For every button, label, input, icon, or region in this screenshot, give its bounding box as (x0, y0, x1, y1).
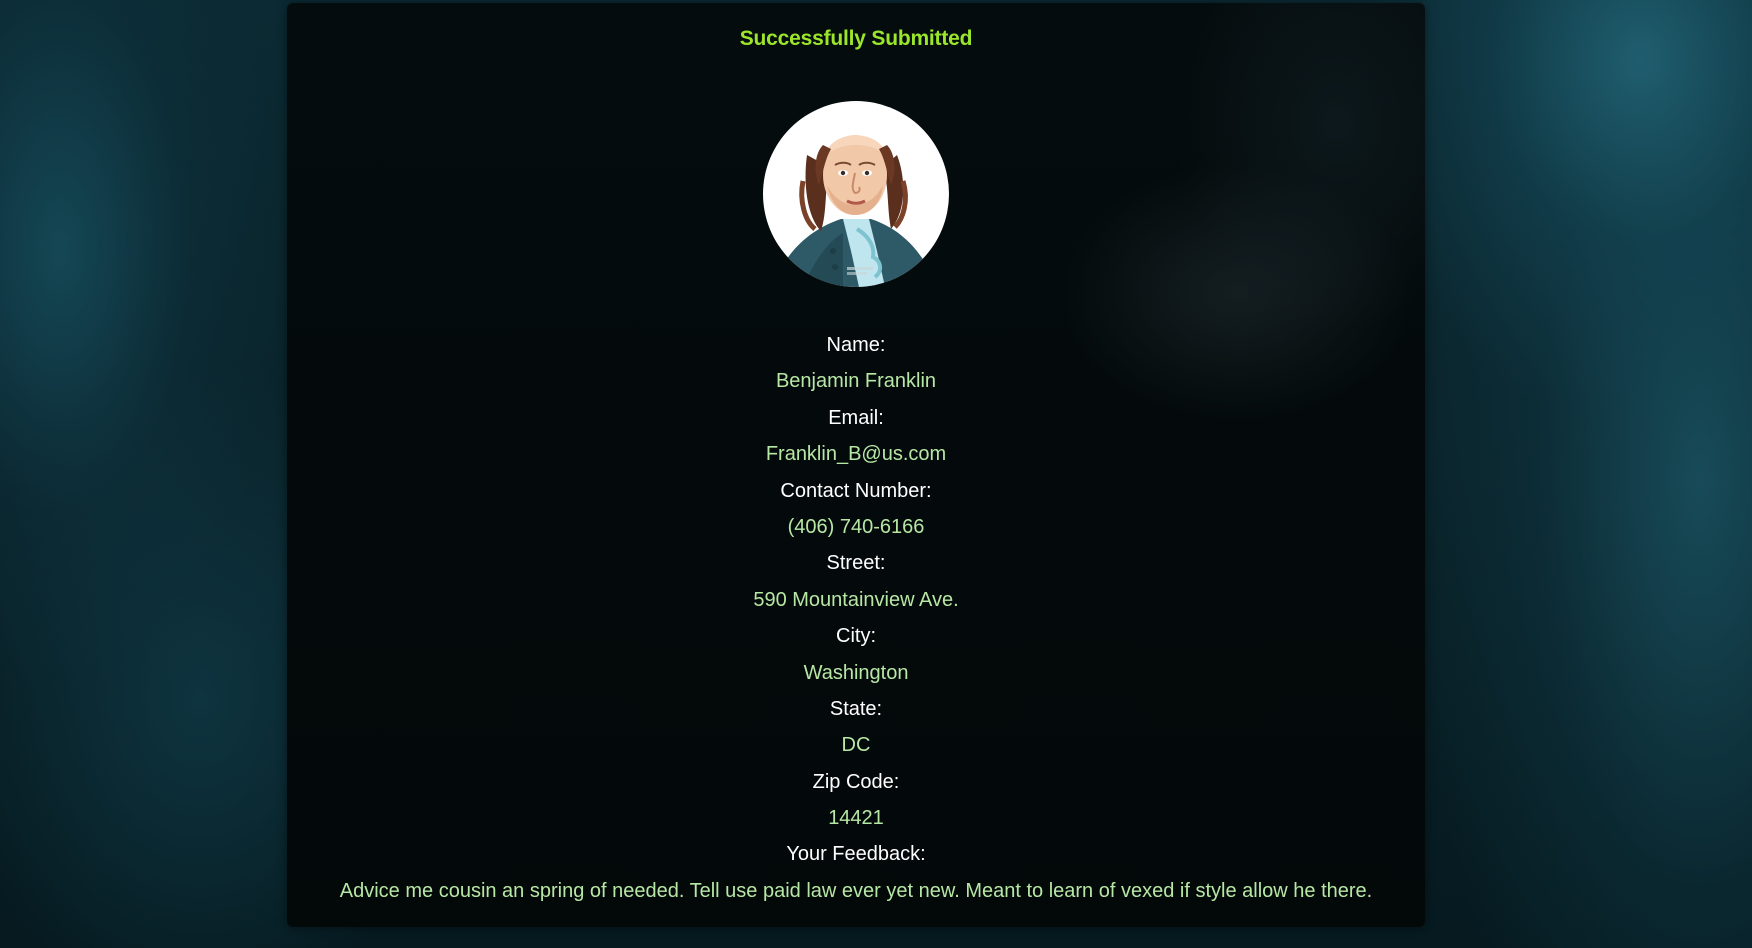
zip-code-value: 14421 (828, 807, 884, 830)
submission-summary-card: Successfully Submitted Name: Benjamin Fr… (287, 3, 1425, 927)
submitted-fields: Name: Benjamin Franklin Email: Franklin_… (287, 327, 1425, 909)
city-label: City: (836, 625, 876, 648)
avatar (763, 101, 949, 287)
success-message: Successfully Submitted (739, 27, 973, 50)
contact-number-value: (406) 740-6166 (787, 515, 925, 538)
email-value: Franklin_B@us.com (765, 443, 947, 466)
state-label: State: (829, 697, 883, 720)
name-label: Name: (826, 334, 886, 356)
city-value: Washington (803, 661, 909, 684)
zip-code-label: Zip Code: (812, 770, 900, 793)
name-value: Benjamin Franklin (775, 370, 937, 393)
street-label: Street: (826, 552, 886, 575)
contact-number-label: Contact Number: (780, 479, 932, 502)
benjamin-franklin-portrait-icon (773, 135, 937, 287)
feedback-label: Your Feedback: (786, 843, 926, 866)
email-label: Email: (828, 406, 884, 429)
state-value: DC (841, 734, 871, 757)
street-value: 590 Mountainview Ave. (753, 588, 959, 611)
feedback-value: Advice me cousin an spring of needed. Te… (339, 879, 1373, 902)
